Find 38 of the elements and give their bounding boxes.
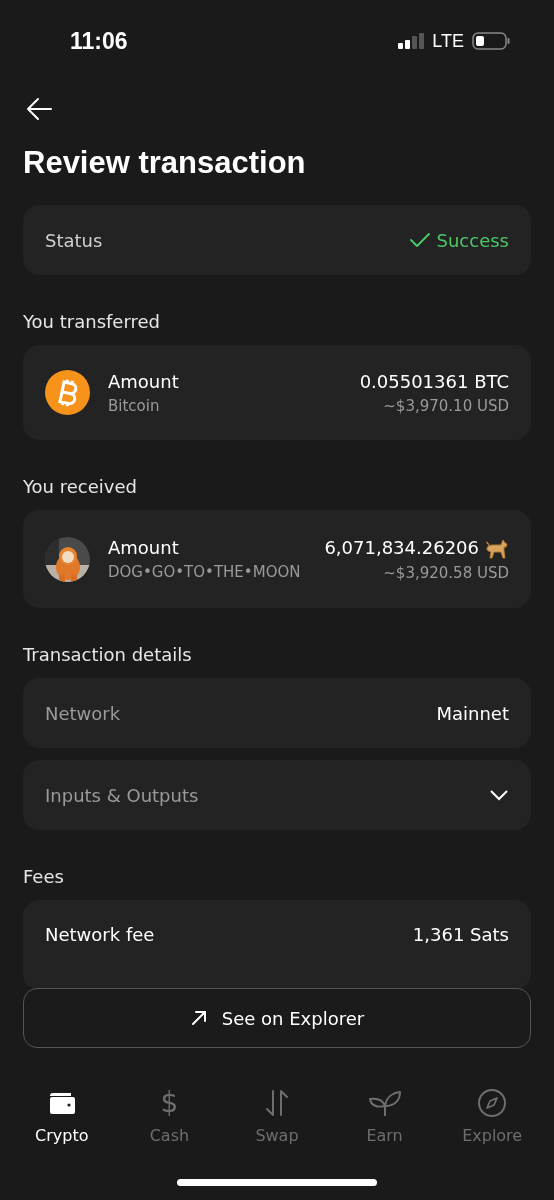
amount-label: Amount bbox=[108, 370, 180, 392]
network-value: Mainnet bbox=[436, 702, 509, 724]
asset-name: DOG•GO•TO•THE•MOON bbox=[108, 563, 302, 581]
fee-label: Network fee bbox=[45, 924, 155, 945]
network-type: LTE bbox=[432, 30, 464, 52]
compass-icon bbox=[477, 1088, 508, 1118]
back-arrow-icon[interactable] bbox=[25, 95, 53, 123]
amount-value: 0.05501361 BTC bbox=[359, 370, 509, 392]
bitcoin-icon bbox=[45, 370, 90, 415]
section-heading: You transferred bbox=[23, 311, 162, 332]
inputs-outputs-label: Inputs & Outputs bbox=[45, 784, 199, 806]
inputs-outputs-row[interactable]: Inputs & Outputs bbox=[23, 760, 531, 830]
leaf-icon bbox=[367, 1088, 402, 1118]
tab-bar-item[interactable]: Swap bbox=[227, 1088, 327, 1145]
signal-icon bbox=[398, 33, 425, 49]
tab-bar-item[interactable]: $ Cash bbox=[119, 1088, 220, 1145]
status-value: Success bbox=[436, 229, 509, 251]
fiat-value: ~$3,920.58 USD bbox=[383, 563, 509, 582]
dollar-icon: $ bbox=[154, 1088, 185, 1118]
section-heading: You received bbox=[23, 476, 138, 497]
amount-value: 6,071,834.26206 bbox=[324, 537, 479, 558]
explorer-button[interactable]: See on Explorer bbox=[23, 988, 531, 1048]
tab-bar-item[interactable]: Crypto bbox=[11, 1088, 112, 1145]
external-link-icon bbox=[189, 1009, 208, 1027]
status-label: Status bbox=[45, 229, 103, 251]
network-label: Network bbox=[45, 702, 121, 724]
asset-name: Bitcoin bbox=[108, 396, 161, 415]
amount-label: Amount bbox=[108, 537, 180, 558]
tab-bar-item[interactable]: Explore bbox=[442, 1088, 543, 1145]
checkmark-icon bbox=[408, 231, 431, 249]
section-heading: Transaction details bbox=[23, 644, 193, 665]
page-title: Review transaction bbox=[23, 145, 307, 181]
fee-value: 1,361 Sats bbox=[412, 924, 509, 945]
tab-bar-item[interactable]: Earn bbox=[334, 1088, 435, 1145]
section-heading: Fees bbox=[23, 866, 65, 887]
fiat-value: ~$3,970.10 USD bbox=[383, 396, 509, 415]
battery-icon bbox=[472, 32, 510, 50]
clock-time: 11:06 bbox=[70, 27, 128, 55]
